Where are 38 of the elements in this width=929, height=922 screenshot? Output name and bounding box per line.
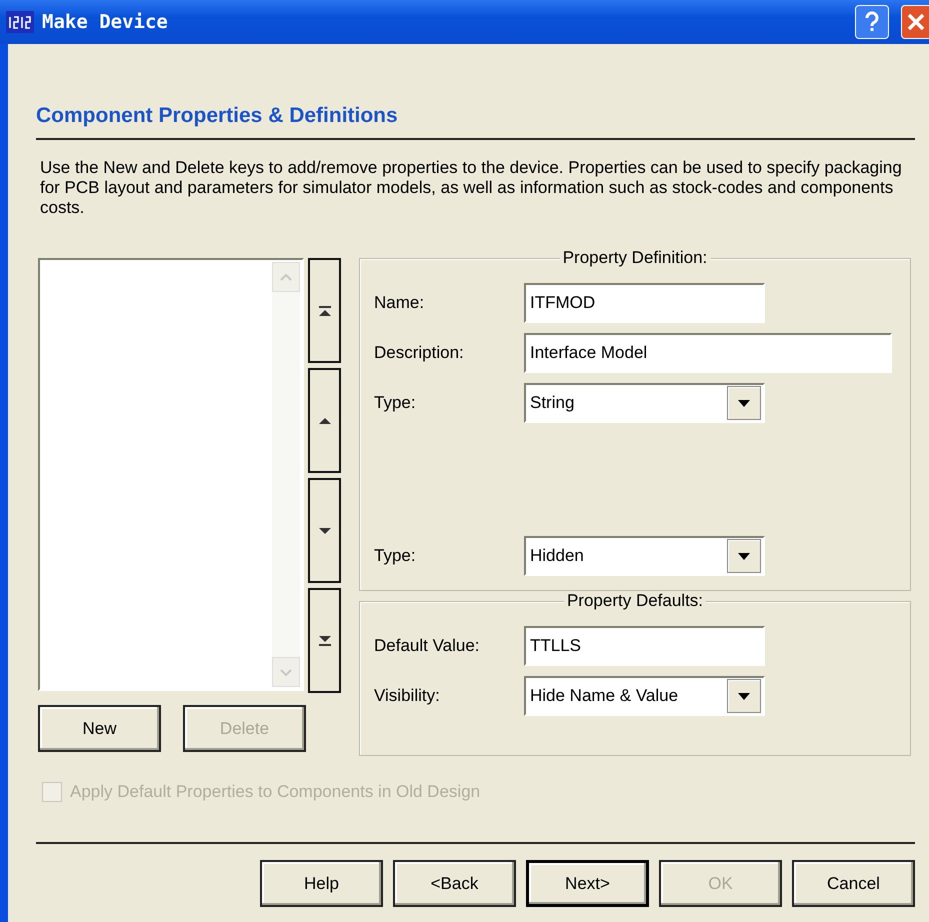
field-label: Visibility: — [374, 686, 441, 706]
list-button[interactable]: New — [38, 705, 161, 752]
group-title: Property Defaults: — [564, 591, 706, 611]
field-label: Description: — [374, 343, 465, 363]
text-field[interactable]: ITFMOD — [524, 283, 765, 323]
move-up-button[interactable] — [308, 368, 341, 473]
dialog-button[interactable]: Next> — [526, 860, 649, 907]
description-text: Use the New and Delete keys to add/remove properties to the device. Properties can be used to specify packaging for PCB layout and parameters for simulator models, as well as information such as stock-codes and components costs. — [40, 158, 903, 218]
field-label: Type: — [374, 546, 417, 566]
close-icon — [906, 13, 924, 31]
page-heading: Component Properties & Definitions — [36, 104, 399, 128]
checkbox-label: Apply Default Properties to Components in Old Design — [70, 782, 480, 802]
text-field[interactable]: TTLLS — [524, 626, 765, 666]
move-down-button[interactable] — [308, 478, 341, 583]
dropdown[interactable]: String — [524, 383, 765, 423]
chevron-down-icon — [280, 668, 292, 676]
dialog-button[interactable]: <Back — [393, 860, 516, 907]
move-bottom-button[interactable] — [308, 588, 341, 693]
field-label: Type: — [374, 393, 417, 413]
chevron-up-icon — [280, 274, 292, 280]
text-field[interactable]: Interface Model — [524, 333, 892, 373]
dropdown[interactable]: Hidden — [524, 536, 765, 576]
question-mark-icon — [864, 11, 880, 33]
window-title: Make Device — [42, 11, 169, 33]
group-title: Property Definition: — [560, 248, 710, 268]
field-label: Name: — [374, 293, 426, 313]
close-button[interactable] — [901, 5, 929, 39]
move-top-button[interactable] — [308, 258, 341, 363]
field-label: Default Value: — [374, 636, 481, 656]
move-top-icon — [318, 306, 332, 316]
dialog-button[interactable]: Cancel — [792, 860, 915, 907]
help-button[interactable] — [855, 5, 889, 39]
move-up-icon — [318, 416, 332, 426]
dialog-button[interactable]: Help — [260, 860, 383, 907]
dropdown[interactable]: Hide Name & Value — [524, 676, 765, 716]
move-down-icon — [318, 526, 332, 536]
app-logo-icon — [6, 11, 34, 33]
move-bottom-icon — [318, 636, 332, 646]
